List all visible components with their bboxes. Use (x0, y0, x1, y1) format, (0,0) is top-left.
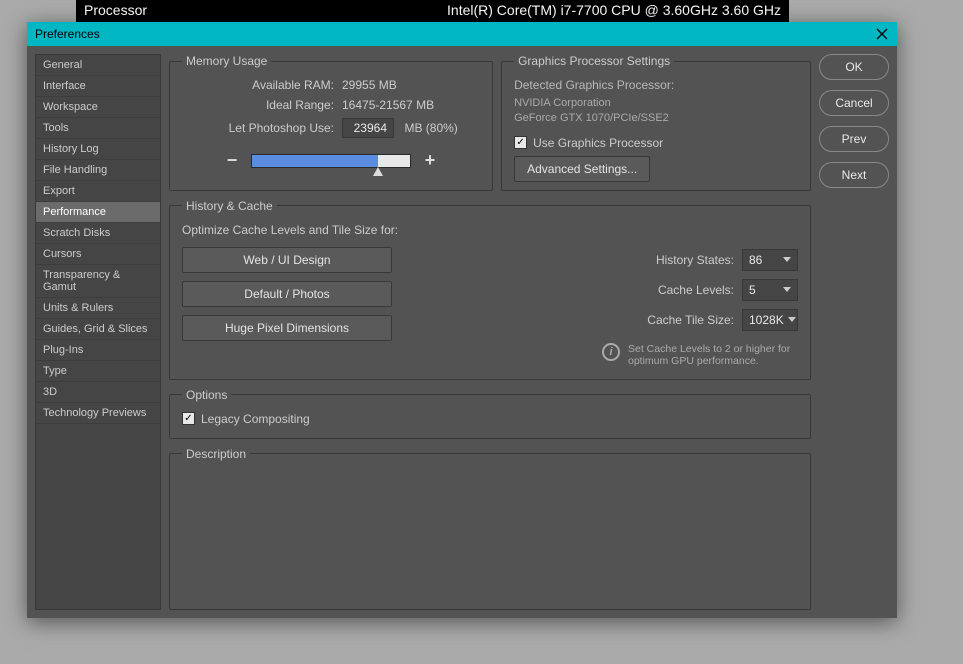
gpu-info: NVIDIA Corporation GeForce GTX 1070/PCIe… (514, 96, 798, 126)
sidebar-item-export[interactable]: Export (36, 181, 160, 202)
sidebar-item-scratch-disks[interactable]: Scratch Disks (36, 223, 160, 244)
memory-slider[interactable] (251, 154, 411, 168)
ideal-range-label: Ideal Range: (182, 98, 342, 112)
sidebar-item-units-rulers[interactable]: Units & Rulers (36, 298, 160, 319)
advanced-settings-button[interactable]: Advanced Settings... (514, 156, 650, 182)
cache-tile-value: 1028K (749, 313, 784, 327)
chevron-down-icon (788, 317, 796, 322)
main-panel: Memory Usage Available RAM: 29955 MB Ide… (169, 54, 811, 610)
memory-grid: Available RAM: 29955 MB Ideal Range: 164… (182, 78, 480, 138)
checkbox-checked-icon: ✓ (182, 412, 195, 425)
available-ram-value: 29955 MB (342, 78, 480, 92)
gpu-settings-group: Graphics Processor Settings Detected Gra… (501, 54, 811, 191)
cache-levels-label: Cache Levels: (658, 283, 734, 297)
history-left: Optimize Cache Levels and Tile Size for:… (182, 223, 520, 367)
ok-button[interactable]: OK (819, 54, 889, 80)
next-button[interactable]: Next (819, 162, 889, 188)
sidebar-item-history-log[interactable]: History Log (36, 139, 160, 160)
history-states-label: History States: (656, 253, 734, 267)
sidebar-item-technology-previews[interactable]: Technology Previews (36, 403, 160, 424)
memory-slider-row: − + (182, 150, 480, 171)
gpu-legend: Graphics Processor Settings (514, 54, 674, 68)
category-sidebar: GeneralInterfaceWorkspaceToolsHistory Lo… (35, 54, 161, 610)
sysinfo-value: Intel(R) Core(TM) i7-7700 CPU @ 3.60GHz … (447, 2, 781, 20)
available-ram-label: Available RAM: (182, 78, 342, 92)
sidebar-item-interface[interactable]: Interface (36, 76, 160, 97)
description-legend: Description (182, 447, 250, 461)
cache-tile-row: Cache Tile Size: 1028K (538, 309, 798, 331)
history-cache-group: History & Cache Optimize Cache Levels an… (169, 199, 811, 380)
history-right: History States: 86 Cache Levels: 5 (538, 223, 798, 367)
use-gpu-checkbox[interactable]: ✓ Use Graphics Processor (514, 136, 798, 150)
background-sysinfo: Processor Intel(R) Core(TM) i7-7700 CPU … (76, 0, 789, 22)
preset-default-button[interactable]: Default / Photos (182, 281, 392, 307)
history-legend: History & Cache (182, 199, 277, 213)
gpu-vendor: NVIDIA Corporation (514, 96, 798, 111)
history-content: Optimize Cache Levels and Tile Size for:… (182, 223, 798, 367)
checkbox-checked-icon: ✓ (514, 136, 527, 149)
memory-usage-group: Memory Usage Available RAM: 29955 MB Ide… (169, 54, 493, 191)
cache-tile-label: Cache Tile Size: (647, 313, 734, 327)
let-use-unit: MB (80%) (404, 121, 457, 135)
slider-fill (252, 155, 378, 167)
preset-web-button[interactable]: Web / UI Design (182, 247, 392, 273)
let-use-input[interactable]: 23964 (342, 118, 394, 138)
top-row: Memory Usage Available RAM: 29955 MB Ide… (169, 54, 811, 191)
preferences-dialog: Preferences GeneralInterfaceWorkspaceToo… (27, 22, 897, 618)
sidebar-item-guides-grid-slices[interactable]: Guides, Grid & Slices (36, 319, 160, 340)
sidebar-item-cursors[interactable]: Cursors (36, 244, 160, 265)
sidebar-item-file-handling[interactable]: File Handling (36, 160, 160, 181)
cancel-button[interactable]: Cancel (819, 90, 889, 116)
info-icon: i (602, 343, 620, 361)
slider-thumb-icon[interactable] (373, 167, 383, 176)
options-legend: Options (182, 388, 231, 402)
sidebar-item-general[interactable]: General (36, 55, 160, 76)
memory-increase-button[interactable]: + (421, 150, 439, 171)
legacy-compositing-label: Legacy Compositing (201, 412, 310, 426)
close-icon[interactable] (875, 27, 889, 41)
legacy-compositing-checkbox[interactable]: ✓ Legacy Compositing (182, 412, 798, 426)
chevron-down-icon (783, 287, 791, 292)
cache-tip-row: i Set Cache Levels to 2 or higher for op… (538, 343, 798, 367)
detected-gpu-label: Detected Graphics Processor: (514, 78, 798, 92)
memory-legend: Memory Usage (182, 54, 271, 68)
sidebar-item-workspace[interactable]: Workspace (36, 97, 160, 118)
sidebar-item-plug-ins[interactable]: Plug-Ins (36, 340, 160, 361)
sidebar-item-performance[interactable]: Performance (36, 202, 160, 223)
optimize-label: Optimize Cache Levels and Tile Size for: (182, 223, 520, 237)
use-gpu-label: Use Graphics Processor (533, 136, 663, 150)
sidebar-item-3d[interactable]: 3D (36, 382, 160, 403)
let-use-value-wrap: 23964 MB (80%) (342, 118, 480, 138)
options-group: Options ✓ Legacy Compositing (169, 388, 811, 439)
history-states-row: History States: 86 (538, 249, 798, 271)
description-group: Description (169, 447, 811, 610)
cache-levels-value: 5 (749, 283, 756, 297)
preset-huge-button[interactable]: Huge Pixel Dimensions (182, 315, 392, 341)
ideal-range-value: 16475-21567 MB (342, 98, 480, 112)
gpu-model: GeForce GTX 1070/PCIe/SSE2 (514, 111, 798, 126)
history-states-input[interactable]: 86 (742, 249, 798, 271)
chevron-down-icon (783, 257, 791, 262)
prev-button[interactable]: Prev (819, 126, 889, 152)
sidebar-item-tools[interactable]: Tools (36, 118, 160, 139)
history-states-value: 86 (749, 253, 762, 267)
dialog-buttons: OK Cancel Prev Next (819, 54, 889, 610)
cache-tip-text: Set Cache Levels to 2 or higher for opti… (628, 343, 798, 367)
sidebar-item-transparency-gamut[interactable]: Transparency & Gamut (36, 265, 160, 298)
titlebar: Preferences (27, 22, 897, 46)
dialog-body: GeneralInterfaceWorkspaceToolsHistory Lo… (27, 46, 897, 618)
cache-levels-row: Cache Levels: 5 (538, 279, 798, 301)
sidebar-item-type[interactable]: Type (36, 361, 160, 382)
cache-levels-input[interactable]: 5 (742, 279, 798, 301)
let-use-label: Let Photoshop Use: (182, 121, 342, 135)
dialog-title: Preferences (35, 27, 100, 41)
memory-decrease-button[interactable]: − (223, 150, 241, 171)
sysinfo-key: Processor (84, 2, 147, 20)
cache-tile-input[interactable]: 1028K (742, 309, 798, 331)
